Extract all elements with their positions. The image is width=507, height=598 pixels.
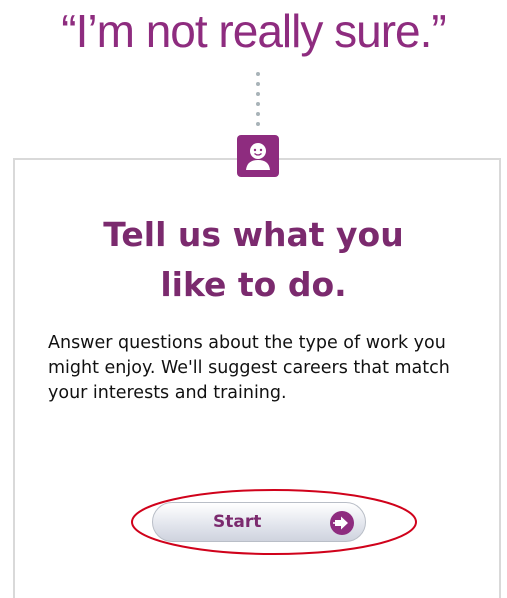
- card-heading: Tell us what you like to do.: [0, 210, 507, 310]
- card-description: Answer questions about the type of work …: [48, 333, 450, 403]
- connector-dots: [256, 72, 260, 134]
- arrow-right-circle-icon: [329, 510, 355, 536]
- quote-text: “I’m not really sure.”: [61, 5, 446, 57]
- start-button-label: Start: [213, 512, 262, 532]
- heading-line-1: Tell us what you: [103, 215, 404, 254]
- start-button[interactable]: Start: [152, 502, 366, 542]
- person-icon: [237, 135, 279, 177]
- heading-line-2: like to do.: [160, 265, 347, 304]
